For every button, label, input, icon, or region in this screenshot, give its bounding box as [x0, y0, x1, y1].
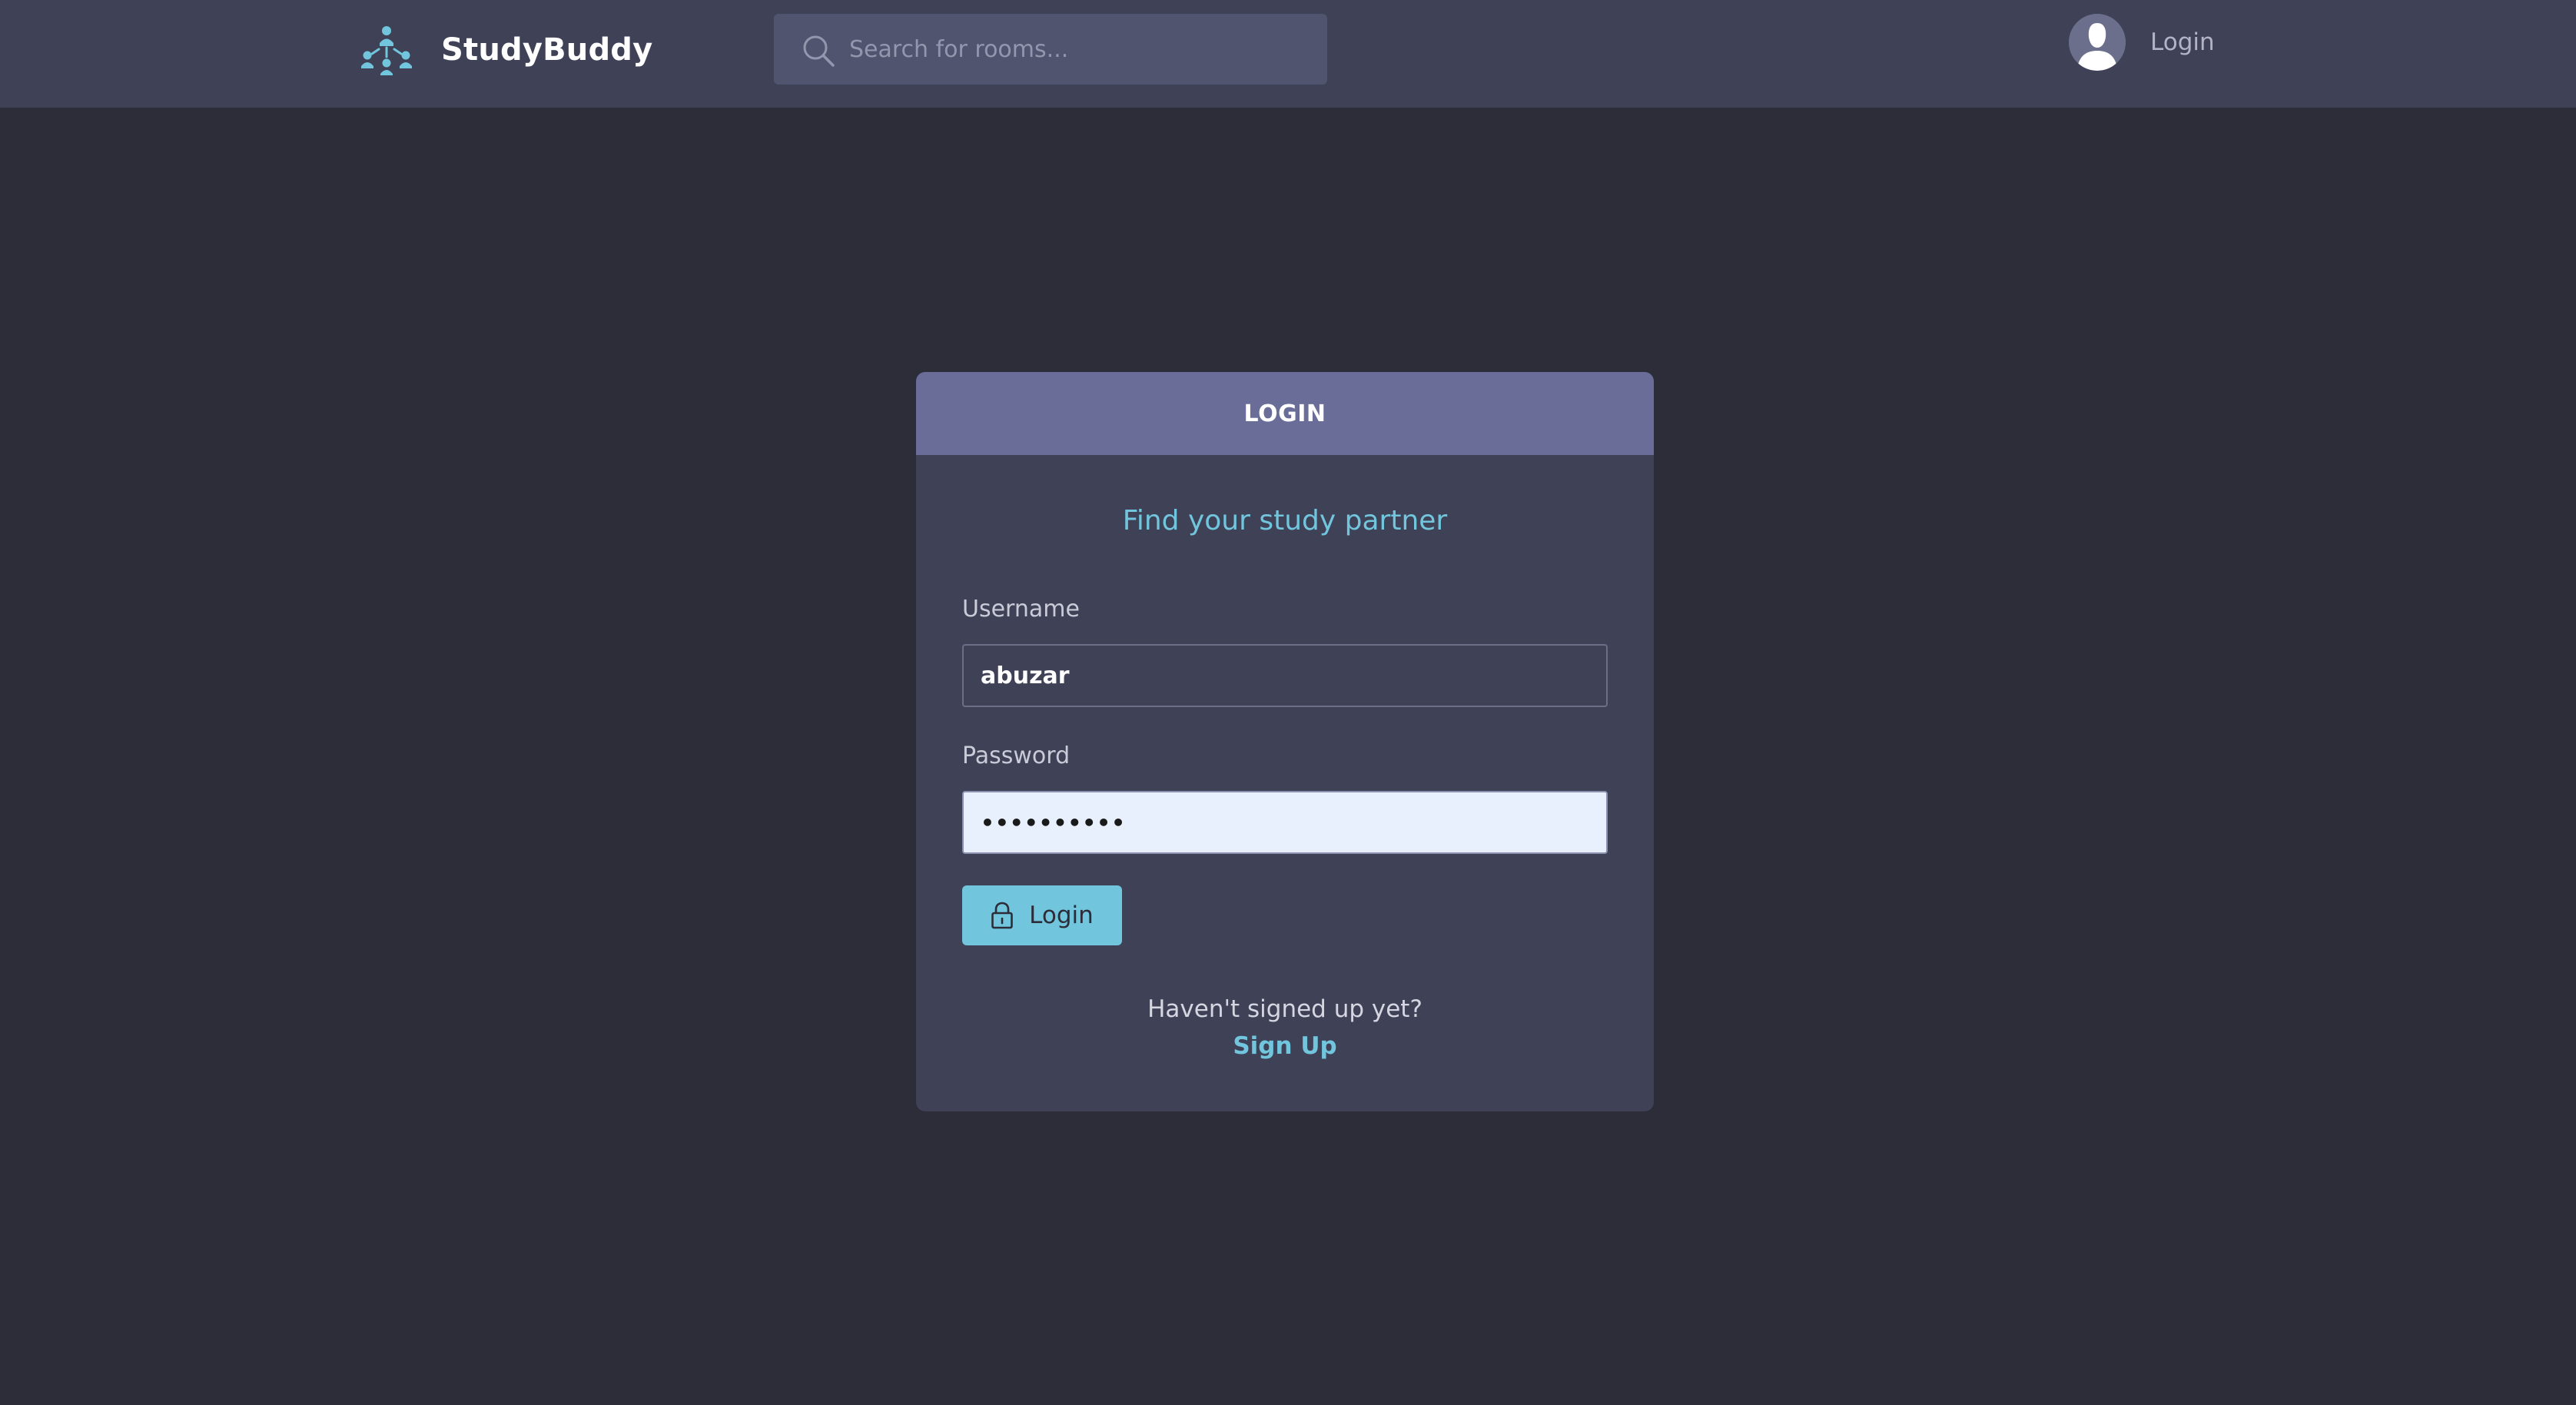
- brand-home-link[interactable]: StudyBuddy: [360, 23, 652, 77]
- user-silhouette-icon: [2069, 14, 2126, 71]
- avatar[interactable]: [2069, 14, 2126, 71]
- card-header: LOGIN: [916, 372, 1654, 455]
- user-menu[interactable]: Login: [2069, 14, 2215, 71]
- search-input[interactable]: [849, 14, 1310, 85]
- top-navbar: StudyBuddy Login: [0, 0, 2576, 108]
- header-login-link[interactable]: Login: [2150, 28, 2215, 56]
- signup-link[interactable]: Sign Up: [916, 1035, 1654, 1058]
- login-card: LOGIN Find your study partner Username P…: [916, 372, 1654, 1111]
- login-button-label: Login: [1029, 902, 1094, 929]
- lock-icon: [991, 902, 1013, 929]
- search-icon: [803, 35, 835, 67]
- card-title: LOGIN: [1243, 400, 1326, 427]
- signup-prompt: Haven't signed up yet?: [1147, 995, 1422, 1023]
- people-network-icon: [361, 26, 412, 75]
- search-bar: [774, 14, 1327, 85]
- login-submit-button[interactable]: Login: [962, 885, 1122, 945]
- brand-name: StudyBuddy: [441, 32, 653, 68]
- password-field[interactable]: [962, 791, 1608, 854]
- username-field[interactable]: [962, 644, 1608, 707]
- password-label: Password: [962, 742, 1071, 769]
- username-label: Username: [962, 596, 1080, 623]
- tagline: Find your study partner: [1122, 505, 1448, 536]
